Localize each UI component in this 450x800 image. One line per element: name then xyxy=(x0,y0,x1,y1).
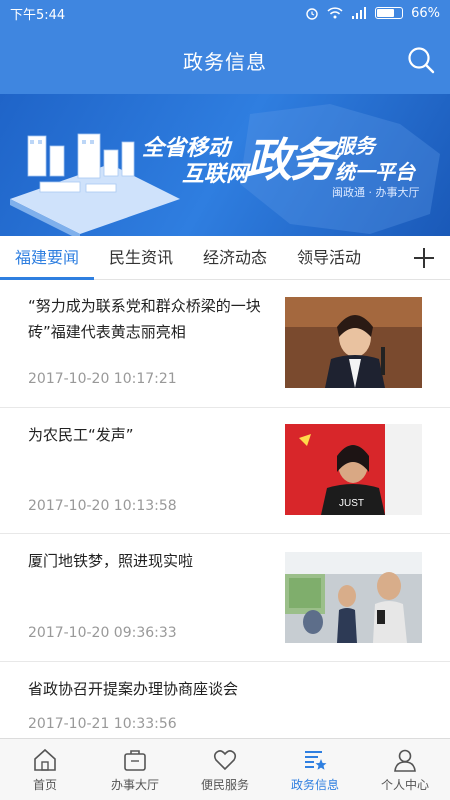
news-item[interactable]: 为农民工“发声” 2017-10-20 10:13:58 JUST xyxy=(0,408,450,534)
tab-leaders[interactable]: 领导活动 xyxy=(282,236,376,280)
news-headline: 厦门地铁梦，照进现实啦 xyxy=(28,552,194,570)
news-star-icon xyxy=(305,751,327,770)
news-date: 2017-10-21 10:33:56 xyxy=(28,716,177,732)
status-bar: 下午5:44 66% xyxy=(0,0,450,26)
nav-label: 便民服务 xyxy=(200,778,249,792)
banner-text-service: 服务 xyxy=(335,134,375,158)
promo-banner[interactable]: 全省移动 互联网 政务 服务 统一平台 闽政通 · 办事大厅 xyxy=(0,94,450,236)
battery-icon xyxy=(375,7,404,19)
nav-gov-info[interactable]: 政务信息 xyxy=(270,739,360,800)
news-date: 2017-10-20 10:13:58 xyxy=(28,498,177,514)
signal-icon xyxy=(352,7,367,19)
news-headline: 为农民工“发声” xyxy=(28,426,134,444)
person-icon xyxy=(394,749,416,772)
page-title: 政务信息 xyxy=(183,49,267,74)
banner-text-platform: 统一平台 xyxy=(335,160,415,184)
add-tab-icon[interactable] xyxy=(410,244,438,272)
banner-text-big: 政务 xyxy=(246,133,336,187)
wifi-icon xyxy=(327,7,343,19)
battery-level: 66% xyxy=(411,5,440,21)
briefcase-icon xyxy=(124,750,146,771)
tab-livelihood[interactable]: 民生资讯 xyxy=(94,236,188,280)
search-icon[interactable] xyxy=(406,45,436,75)
tab-economy[interactable]: 经济动态 xyxy=(188,236,282,280)
news-item[interactable]: 厦门地铁梦，照进现实啦 2017-10-20 09:36:33 xyxy=(0,534,450,662)
news-headline: 省政协召开提案办理协商座谈会 xyxy=(28,680,239,698)
bottom-navigation: 首页 办事大厅 便民服务 政务信息 个人中心 xyxy=(0,738,450,800)
status-time: 下午5:44 xyxy=(10,7,66,23)
app-bar: 政务信息 xyxy=(0,26,450,94)
tab-fujian-news[interactable]: 福建要闻 xyxy=(0,236,95,280)
nav-profile[interactable]: 个人中心 xyxy=(360,739,450,800)
news-date: 2017-10-20 09:36:33 xyxy=(28,625,177,641)
heart-icon xyxy=(213,750,237,771)
nav-service-hall[interactable]: 办事大厅 xyxy=(90,739,180,800)
nav-home[interactable]: 首页 xyxy=(0,739,90,800)
news-item[interactable]: “努力成为联系党和群众桥梁的一块砖”福建代表黄志丽亮相 2017-10-20 1… xyxy=(0,281,450,408)
news-thumbnail xyxy=(285,297,422,388)
nav-label: 首页 xyxy=(32,778,57,792)
category-tabs: 福建要闻 民生资讯 经济动态 领导活动 xyxy=(0,236,450,280)
nav-label: 政务信息 xyxy=(290,778,339,792)
news-date: 2017-10-20 10:17:21 xyxy=(28,371,177,387)
banner-text-line2: 互联网 xyxy=(182,162,249,187)
svg-text:JUST: JUST xyxy=(339,498,364,509)
news-headline: “努力成为联系党和群众桥梁的一块砖”福建代表黄志丽亮相 xyxy=(28,297,261,341)
news-thumbnail xyxy=(285,552,422,643)
home-icon xyxy=(34,748,56,771)
banner-subtitle: 闽政通 · 办事大厅 xyxy=(332,186,420,199)
nav-convenience[interactable]: 便民服务 xyxy=(180,739,270,800)
alarm-icon xyxy=(306,8,318,20)
nav-label: 个人中心 xyxy=(380,778,429,792)
news-item[interactable]: 省政协召开提案办理协商座谈会 2017-10-21 10:33:56 xyxy=(0,662,450,738)
news-thumbnail: JUST xyxy=(285,424,422,515)
nav-label: 办事大厅 xyxy=(110,778,159,792)
